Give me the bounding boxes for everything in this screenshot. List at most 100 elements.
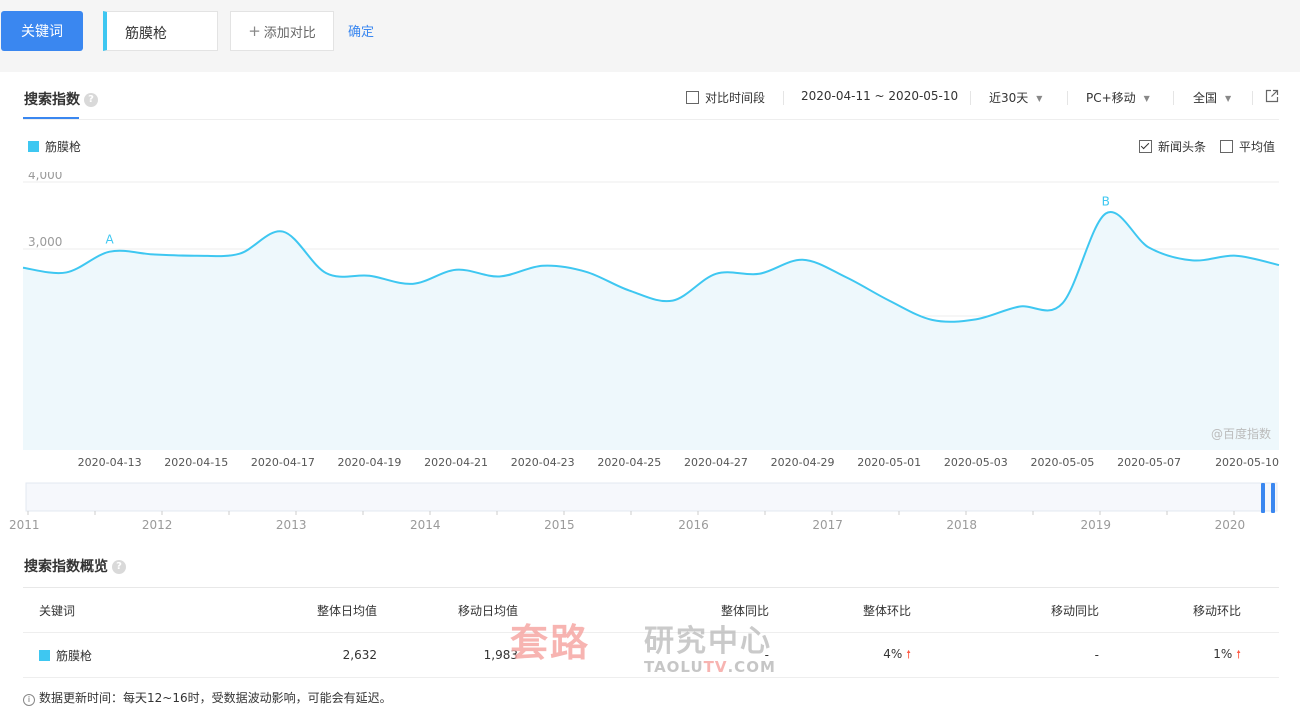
- x-tick-label: 2020-04-29: [771, 456, 835, 469]
- keyword-value: 筋膜枪: [125, 26, 167, 42]
- info-icon: i: [23, 694, 35, 706]
- top-bar: 关键词 筋膜枪 + 添加对比 确定: [0, 0, 1300, 72]
- header-overall-avg: 整体日均值: [183, 588, 377, 633]
- x-tick-label: 2020-05-03: [944, 456, 1008, 469]
- cell-mobile-mom: 1% 🠕: [1099, 632, 1279, 678]
- header-overall-yoy: 整体同比: [518, 588, 769, 633]
- divider: [783, 91, 784, 105]
- range-year-label: 2016: [678, 518, 709, 532]
- caret-down-icon: ▼: [1036, 94, 1043, 103]
- help-icon[interactable]: ?: [112, 560, 126, 574]
- x-tick-label: 2020-05-10: [1215, 456, 1279, 469]
- news-option[interactable]: 新闻头条: [1139, 138, 1206, 155]
- header-mobile-yoy: 移动同比: [911, 588, 1099, 633]
- divider: [970, 91, 971, 105]
- divider: [1173, 91, 1174, 105]
- keyword-swatch: [39, 649, 50, 661]
- overview-table: 关键词 整体日均值 移动日均值 整体同比 整体环比 移动同比 移动环比 筋膜枪 …: [23, 588, 1279, 678]
- y-tick-label: 3,000: [28, 235, 62, 249]
- cell-overall-yoy: -: [518, 632, 769, 678]
- legend-label: 筋膜枪: [45, 140, 82, 154]
- cell-keyword-text: 筋膜枪: [56, 648, 93, 663]
- annotation-marker: A: [106, 233, 115, 247]
- y-tick-label: 4,000: [28, 172, 62, 182]
- cell-overall-avg: 2,632: [183, 632, 377, 678]
- annotation-marker: B: [1102, 194, 1110, 208]
- chart-controls: 对比时间段 2020-04-11 ~ 2020-05-10 近30天 ▼ PC+移…: [0, 89, 1300, 109]
- x-tick-label: 2020-04-15: [164, 456, 228, 469]
- range-year-label: 2011: [9, 518, 40, 532]
- x-tick-label: 2020-04-19: [338, 456, 402, 469]
- x-tick-label: 2020-04-17: [251, 456, 315, 469]
- arrow-up-icon: 🠕: [1236, 647, 1241, 661]
- news-label: 新闻头条: [1158, 140, 1207, 154]
- update-note: i 数据更新时间：每天12~16时，受数据波动影响，可能会有延迟。: [23, 689, 392, 706]
- range-track: [25, 482, 1278, 512]
- range-year-label: 2013: [276, 518, 307, 532]
- region-value: 全国: [1193, 91, 1218, 105]
- overview-title-label: 搜索指数概览: [24, 559, 108, 575]
- x-tick-label: 2020-05-05: [1030, 456, 1094, 469]
- range-year-label: 2020: [1215, 518, 1246, 532]
- divider: [1067, 91, 1068, 105]
- legend-swatch: [28, 141, 39, 152]
- compare-period-toggle[interactable]: 对比时间段: [686, 89, 765, 106]
- overview-title: 搜索指数概览?: [24, 556, 126, 576]
- period-select[interactable]: 近30天 ▼: [989, 89, 1042, 106]
- confirm-link[interactable]: 确定: [348, 21, 374, 40]
- average-label: 平均值: [1239, 140, 1276, 154]
- x-tick-label: 2020-04-21: [424, 456, 488, 469]
- range-handle-left: [1261, 483, 1265, 513]
- cell-overall-mom-text: 4%: [883, 646, 903, 661]
- cell-mobile-yoy: -: [911, 632, 1099, 678]
- x-tick-label: 2020-04-27: [684, 456, 748, 469]
- range-year-label: 2018: [946, 518, 977, 532]
- cell-overall-mom: 4% 🠕: [769, 632, 911, 678]
- cell-keyword: 筋膜枪: [23, 632, 183, 678]
- x-tick-label: 2020-05-07: [1117, 456, 1181, 469]
- device-select[interactable]: PC+移动 ▼: [1086, 89, 1150, 106]
- date-range-picker[interactable]: 2020-04-11 ~ 2020-05-10: [801, 89, 958, 103]
- average-checkbox[interactable]: [1220, 140, 1233, 153]
- table-header-row: 关键词 整体日均值 移动日均值 整体同比 整体环比 移动同比 移动环比: [23, 588, 1279, 633]
- table-row: 筋膜枪 2,632 1,983 - 4% 🠕 - 1% 🠕: [23, 632, 1279, 678]
- period-value: 近30天: [989, 91, 1029, 105]
- compare-period-label: 对比时间段: [705, 91, 766, 105]
- range-year-label: 2019: [1081, 518, 1112, 532]
- search-index-panel: 搜索指数? 对比时间段 2020-04-11 ~ 2020-05-10 近30天…: [0, 72, 1300, 727]
- add-compare-button[interactable]: + 添加对比: [230, 11, 334, 51]
- region-select[interactable]: 全国 ▼: [1193, 89, 1231, 106]
- plus-icon: +: [248, 22, 261, 40]
- source-label: @百度指数: [1211, 426, 1271, 441]
- update-note-text: 数据更新时间：每天12~16时，受数据波动影响，可能会有延迟。: [39, 691, 392, 705]
- keyword-button[interactable]: 关键词: [1, 11, 83, 51]
- range-year-label: 2014: [410, 518, 441, 532]
- x-tick-label: 2020-04-13: [78, 456, 142, 469]
- search-index-chart[interactable]: 1,0002,0003,0004,000AB2020-04-132020-04-…: [0, 172, 1300, 472]
- header-keyword: 关键词: [23, 588, 183, 633]
- caret-down-icon: ▼: [1143, 94, 1150, 103]
- divider: [1252, 91, 1253, 105]
- header-mobile-mom: 移动环比: [1099, 588, 1279, 633]
- header-overall-mom: 整体环比: [769, 588, 911, 633]
- compare-period-checkbox[interactable]: [686, 91, 699, 104]
- x-tick-label: 2020-05-01: [857, 456, 921, 469]
- range-year-label: 2017: [812, 518, 843, 532]
- cell-mobile-avg: 1,983: [377, 632, 518, 678]
- news-checkbox[interactable]: [1139, 140, 1152, 153]
- range-year-label: 2015: [544, 518, 575, 532]
- cell-mobile-mom-text: 1%: [1213, 646, 1233, 661]
- average-option[interactable]: 平均值: [1220, 138, 1275, 155]
- header-mobile-avg: 移动日均值: [377, 588, 518, 633]
- caret-down-icon: ▼: [1225, 94, 1232, 103]
- device-value: PC+移动: [1086, 91, 1136, 105]
- chart-legend[interactable]: 筋膜枪: [28, 138, 81, 155]
- keyword-input[interactable]: 筋膜枪: [103, 11, 218, 51]
- add-compare-label: 添加对比: [263, 25, 316, 41]
- x-tick-label: 2020-04-25: [597, 456, 661, 469]
- header-divider: [23, 119, 1279, 120]
- time-range-slider[interactable]: 2011 2012 2013 2014 2015 2016 2017 2018 2019 2020: [0, 477, 1300, 533]
- range-year-label: 2012: [142, 518, 173, 532]
- x-tick-label: 2020-04-23: [511, 456, 575, 469]
- external-link-icon[interactable]: [1265, 89, 1279, 103]
